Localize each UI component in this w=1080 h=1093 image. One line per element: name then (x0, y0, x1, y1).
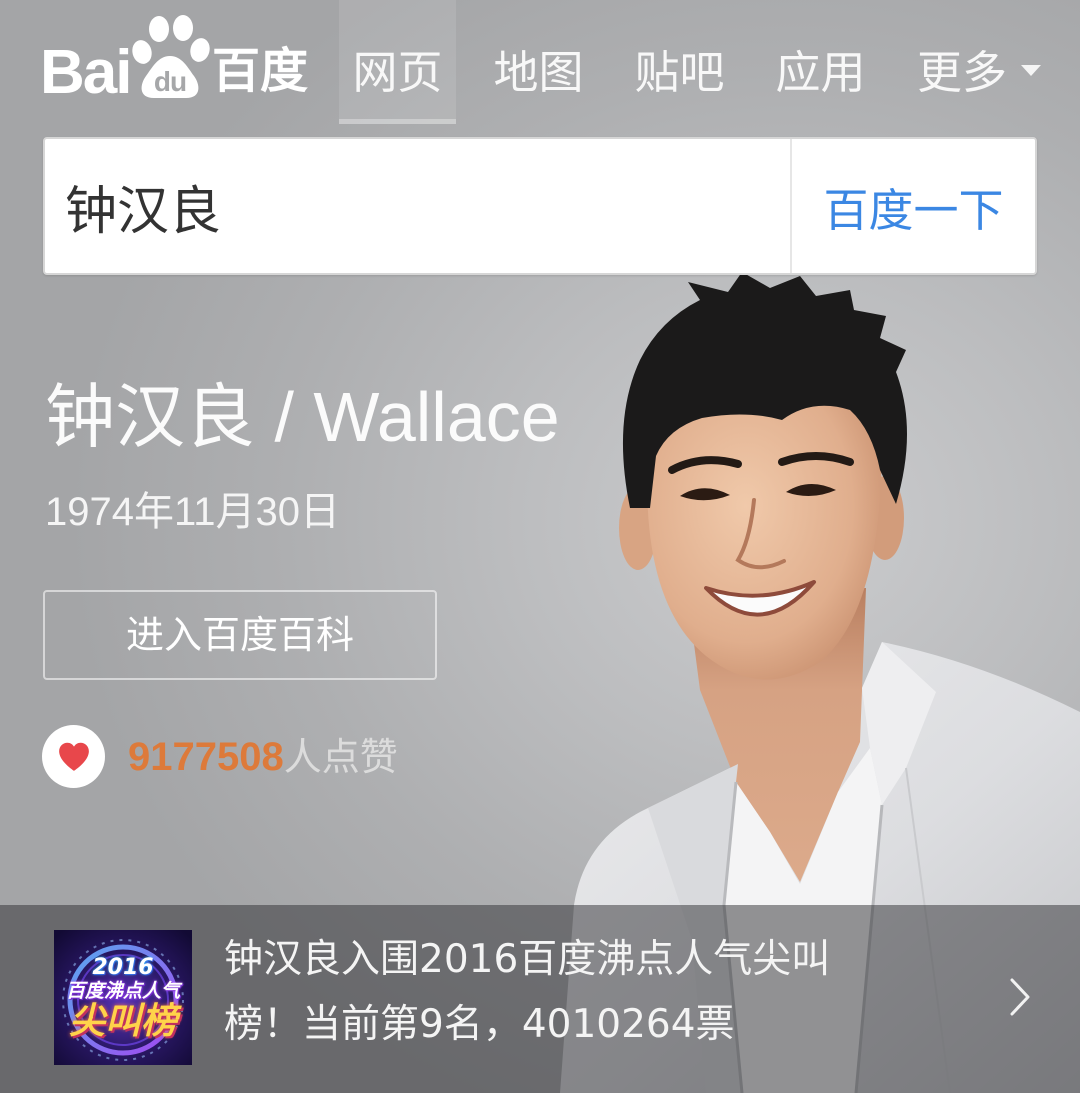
tab-tieba[interactable]: 贴吧 (621, 0, 738, 124)
tab-apps-label: 应用 (775, 46, 866, 99)
logo-text-baidu-cn: 百度 (212, 43, 309, 99)
thumbnail-year: 2016 (92, 955, 154, 980)
nav-tabs: 网页 地图 贴吧 应用 更多 (339, 0, 1045, 124)
page: Bai du 百度 网页 地图 贴吧 应用 更多 钟汉良 百度一下 钟汉良 / … (0, 0, 1080, 1093)
tab-map-label: 地图 (493, 46, 584, 99)
banner-text: 钟汉良入围2016百度沸点人气尖叫 榜！当前第9名，4010264票 (224, 927, 830, 1057)
birthdate: 1974年11月30日 (45, 490, 340, 534)
tab-map[interactable]: 地图 (480, 0, 597, 124)
tab-more-label: 更多 (917, 46, 1008, 99)
thumbnail-subtitle: 百度沸点人气 (65, 980, 180, 1002)
chevron-right-icon[interactable] (1007, 977, 1033, 1017)
top-nav: Bai du 百度 网页 地图 贴吧 应用 更多 (0, 0, 1080, 124)
tab-more[interactable]: 更多 (903, 0, 1045, 124)
thumbnail-title: 尖叫榜 (68, 1001, 177, 1042)
logo-text-du: du (153, 66, 187, 97)
caret-down-icon (1021, 65, 1042, 76)
search-input[interactable] (45, 139, 790, 273)
search-button[interactable]: 百度一下 (790, 139, 1035, 273)
tab-apps[interactable]: 应用 (762, 0, 879, 124)
banner-line-1: 钟汉良入围2016百度沸点人气尖叫 (224, 937, 831, 982)
baidu-logo[interactable]: Bai du 百度 (40, 10, 310, 110)
baike-button[interactable]: 进入百度百科 (43, 590, 437, 680)
like-button[interactable] (42, 725, 105, 788)
banner-line-2: 榜！当前第9名，4010264票 (224, 1002, 735, 1047)
search-bar: 百度一下 (43, 137, 1037, 275)
logo-text-bai: Bai (40, 38, 132, 107)
banner-thumbnail: 2016 百度沸点人气 尖叫榜 (54, 930, 192, 1065)
tab-web[interactable]: 网页 (339, 0, 456, 124)
tab-tieba-label: 贴吧 (634, 46, 725, 99)
likes-row: 9177508 人点赞 (42, 725, 398, 788)
ranking-banner[interactable]: 2016 百度沸点人气 尖叫榜 钟汉良入围2016百度沸点人气尖叫 榜！当前第9… (0, 905, 1080, 1093)
person-name: 钟汉良 / Wallace (45, 378, 560, 456)
like-suffix: 人点赞 (283, 734, 398, 779)
like-count: 9177508 (128, 734, 284, 779)
tab-web-label: 网页 (352, 46, 443, 99)
heart-icon (58, 742, 89, 771)
